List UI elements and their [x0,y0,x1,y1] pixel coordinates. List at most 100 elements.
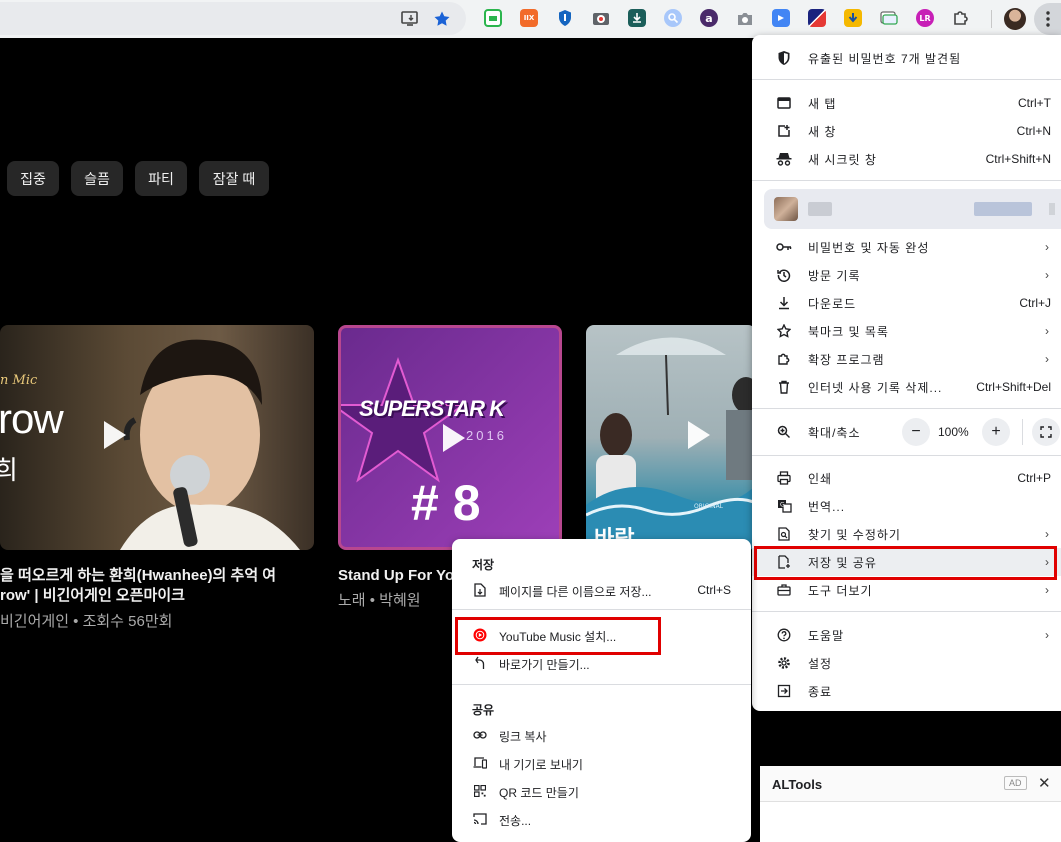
video-thumbnail[interactable]: ORIGINAL 바람 [586,325,756,550]
extension-green-icon[interactable] [484,9,502,27]
bookmark-star-icon[interactable] [432,9,452,29]
menu-item-new-tab[interactable]: 새 탭 Ctrl+T [752,89,1061,117]
thumbnail-episode-text: # 8 [411,475,481,531]
save-share-highlight [754,546,1057,580]
menu-item-clear-data[interactable]: 인터넷 사용 기록 삭제... Ctrl+Shift+Del [752,373,1061,401]
video-thumbnail[interactable]: n Mic row 희 [0,325,314,550]
shortcut-icon [472,655,488,671]
menu-item-history[interactable]: 방문 기록 › [752,261,1061,289]
fullscreen-button[interactable] [1032,418,1060,446]
video-thumbnail[interactable]: SUPERSTAR K 2016 # 8 [338,325,562,550]
incognito-icon [776,151,792,167]
extension-shield-icon[interactable] [556,9,574,27]
thumbnail-logo-text: SUPERSTAR K [359,396,505,421]
zoom-in-button[interactable]: + [982,418,1010,446]
menu-item-translate[interactable]: G 번역... [752,492,1061,520]
extension-download-icon[interactable] [628,9,646,27]
extension-window-icon[interactable] [880,9,898,27]
menu-divider [752,180,1061,181]
menu-item-settings[interactable]: 설정 [752,649,1061,677]
menu-item-downloads[interactable]: 다운로드 Ctrl+J [752,289,1061,317]
extension-diagonal-icon[interactable] [808,9,826,27]
video-title[interactable]: row' | 비긴어게인 오픈마이크 [0,586,185,606]
thumbnail-year-text: 2016 [466,428,507,443]
video-meta: 노래 • 박혜원 [338,592,421,609]
profile-name-redacted [808,202,832,216]
thumbnail-subtitle-text: 희 [0,455,18,485]
extension-lr-icon[interactable]: LR [916,9,934,27]
altools-title: ALTools [772,777,823,792]
save-share-submenu: 저장 페이지를 다른 이름으로 저장... Ctrl+S YouTube Mus… [452,539,751,842]
mood-chip[interactable]: 집중 [7,161,59,196]
trash-icon [776,379,792,395]
close-icon[interactable]: ✕ [1038,774,1051,792]
thumbnail-script-text: n Mic [0,373,38,388]
star-outline-icon [776,323,792,339]
submenu-item-copy-link[interactable]: 링크 복사 [452,721,751,749]
submenu-item-save-as[interactable]: 페이지를 다른 이름으로 저장... Ctrl+S [452,576,751,604]
chevron-right-icon: › [1045,240,1049,254]
ad-badge: AD [1004,776,1027,790]
help-icon [776,627,792,643]
svg-text:G: G [780,502,785,509]
browser-toolbar: IIX a LR [0,0,1061,38]
install-app-icon[interactable] [400,9,420,29]
thumbnail-small-text: ORIGINAL [694,503,724,510]
menu-item-exit[interactable]: 종료 [752,677,1061,705]
chevron-right-icon: › [1045,352,1049,366]
profile-avatar[interactable] [1004,8,1026,30]
submenu-item-qr-code[interactable]: QR 코드 만들기 [452,777,751,805]
extension-a-icon[interactable]: a [700,9,718,27]
extensions-puzzle-icon[interactable] [952,9,970,27]
address-bar[interactable] [0,2,466,35]
menu-item-more-tools[interactable]: 도구 더보기 › [752,576,1061,604]
toolbar-divider [991,10,992,28]
menu-item-new-window[interactable]: 새 창 Ctrl+N [752,117,1061,145]
extension-orange-icon[interactable]: IIX [520,9,538,27]
menu-item-help[interactable]: 도움말 › [752,621,1061,649]
submenu-item-cast[interactable]: 전송... [452,805,751,833]
extension-arrow-down-icon[interactable] [844,9,862,27]
profile-row[interactable] [764,189,1061,229]
menu-item-incognito[interactable]: 새 시크릿 창 Ctrl+Shift+N [752,145,1061,173]
browser-window: { "chips": ["집중", "슬픔", "파티", "잠잘 때"], "… [0,0,1061,842]
video-title[interactable]: Stand Up For Yo [338,566,454,586]
video-title[interactable]: 을 떠오르게 하는 환희(Hwanhee)의 추억 여 [0,566,276,586]
key-icon [776,239,792,255]
menu-divider [752,79,1061,80]
menu-item-extensions[interactable]: 확장 프로그램 › [752,345,1061,373]
mood-chip[interactable]: 파티 [135,161,187,196]
save-section-header: 저장 [472,558,495,572]
menu-item-passwords[interactable]: 비밀번호 및 자동 완성 › [752,233,1061,261]
print-icon [776,470,792,486]
zoom-out-button[interactable]: − [902,418,930,446]
play-icon[interactable] [104,421,126,449]
mood-chip[interactable]: 잠잘 때 [199,161,269,196]
profile-sync-redacted [1049,203,1055,215]
chevron-right-icon: › [1045,527,1049,541]
submenu-item-send-devices[interactable]: 내 기기로 보내기 [452,749,751,777]
profile-email-redacted [974,202,1032,216]
password-warning-item[interactable]: 유출된 비밀번호 7개 발견됨 [752,44,1061,72]
menu-item-find-edit[interactable]: 찾기 및 수정하기 › [752,520,1061,548]
extension-camera-search-icon[interactable] [592,9,610,27]
play-icon[interactable] [443,424,465,452]
menu-item-print[interactable]: 인쇄 Ctrl+P [752,464,1061,492]
chevron-right-icon: › [1045,628,1049,642]
chevron-right-icon: › [1045,583,1049,597]
extension-search-icon[interactable] [664,9,682,27]
menu-divider [752,408,1061,409]
chrome-menu-button[interactable] [1034,3,1061,35]
new-tab-icon [776,95,792,111]
chrome-main-menu: 유출된 비밀번호 7개 발견됨 새 탭 Ctrl+T 새 창 Ctrl+N 새 … [752,35,1061,711]
profile-avatar [774,197,798,221]
translate-icon: G [776,498,792,514]
play-icon[interactable] [688,421,710,449]
menu-item-bookmarks[interactable]: 북마크 및 목록 › [752,317,1061,345]
submenu-divider [452,609,751,610]
extension-camera-icon[interactable] [736,9,754,27]
extension-video-icon[interactable] [772,9,790,27]
mood-chip[interactable]: 슬픔 [71,161,123,196]
exit-icon [776,683,792,699]
video-meta: 비긴어게인 • 조회수 56만회 [0,613,173,630]
